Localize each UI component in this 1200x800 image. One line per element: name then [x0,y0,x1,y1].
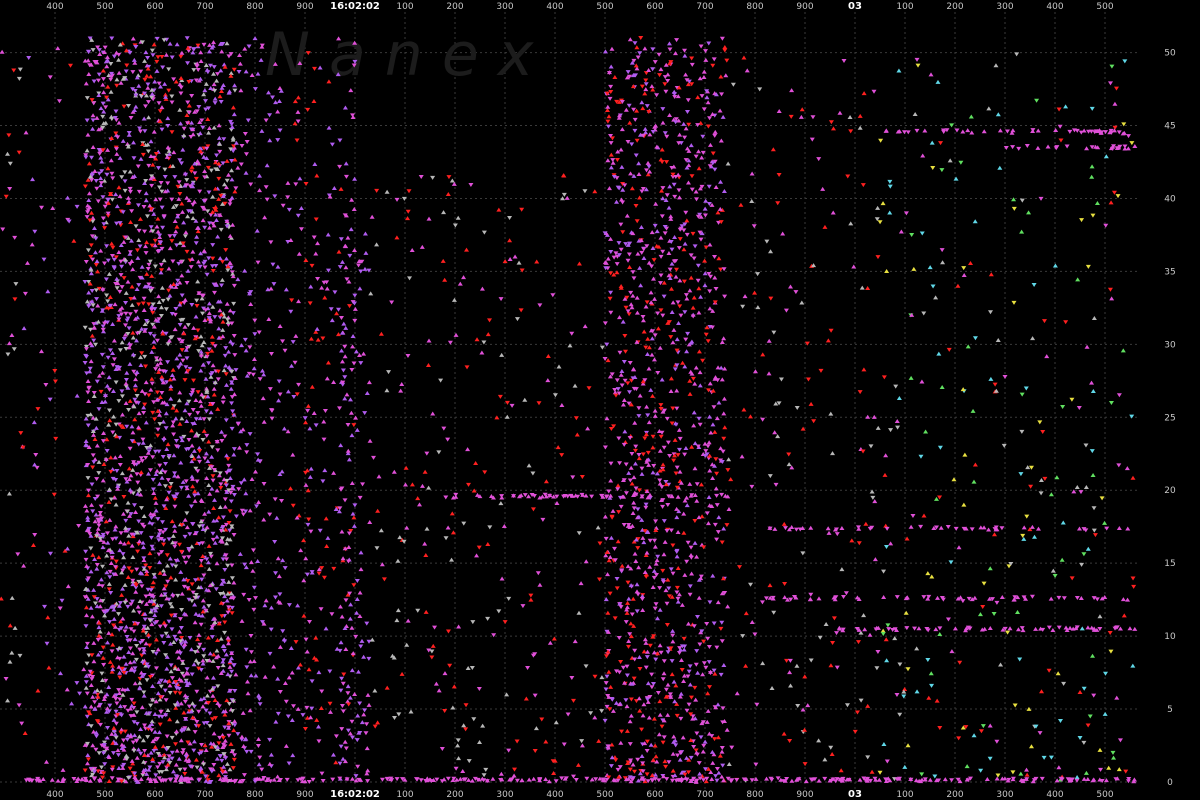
watermark: N a n e x [265,20,534,90]
chart: N a n e x 400 500 600 700 800 900 16:02:02 100 2… [0,0,1200,800]
